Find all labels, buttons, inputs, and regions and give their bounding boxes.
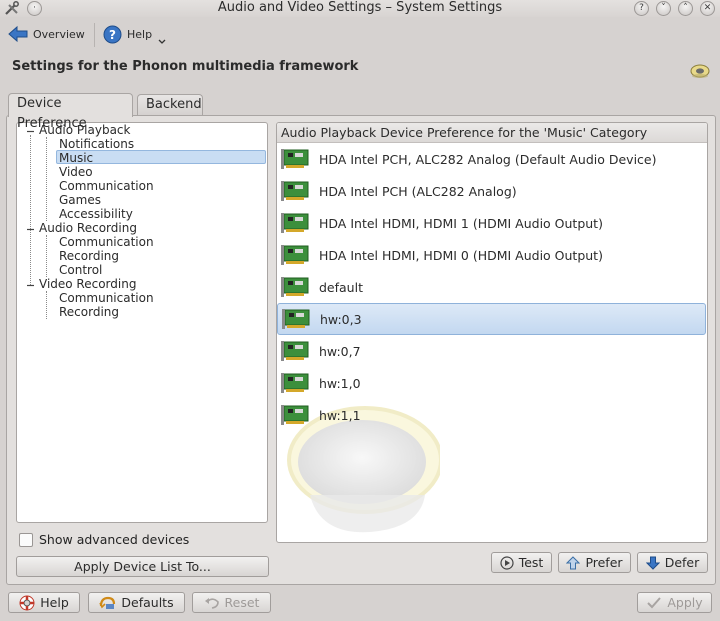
device-list-item[interactable]: HDA Intel HDMI, HDMI 1 (HDMI Audio Outpu… [277, 207, 706, 239]
window-title: Audio and Video Settings – System Settin… [217, 0, 503, 15]
device-list-item[interactable]: hw:1,0 [277, 367, 706, 399]
maximize-button[interactable]: ˄ [678, 1, 693, 16]
device-list-item[interactable]: HDA Intel PCH, ALC282 Analog (Default Au… [277, 143, 706, 175]
device-label: hw:0,7 [319, 343, 361, 359]
help-button[interactable]: Help [8, 592, 80, 613]
apply-label: Apply [667, 595, 703, 610]
checkmark-icon [647, 596, 662, 608]
sound-card-icon [281, 181, 309, 201]
back-arrow-icon [8, 25, 28, 43]
device-label: HDA Intel HDMI, HDMI 1 (HDMI Audio Outpu… [319, 215, 603, 231]
device-list-header: Audio Playback Device Preference for the… [277, 123, 707, 143]
tab-backend-label: Backend [146, 97, 202, 112]
device-label: hw:1,1 [319, 407, 361, 423]
tree-item-recording[interactable]: Recording [59, 249, 119, 263]
tree-item-video[interactable]: Video [59, 165, 93, 179]
help-menu-button[interactable]: ? Help [103, 25, 152, 44]
device-label: HDA Intel PCH (ALC282 Analog) [319, 183, 517, 199]
tree-line [30, 135, 31, 285]
overview-label: Overview [33, 27, 85, 41]
reset-label: Reset [224, 595, 260, 610]
svg-text:?: ? [109, 28, 116, 42]
tree-item-accessibility[interactable]: Accessibility [59, 207, 133, 221]
tab-device-preference[interactable]: Device Preference [8, 93, 133, 131]
sound-card-icon [281, 149, 309, 169]
collapse-icon[interactable] [26, 281, 35, 290]
tree-line [46, 137, 47, 221]
defer-button[interactable]: Defer [637, 552, 708, 573]
lifebuoy-icon [19, 595, 35, 610]
sound-card-icon [281, 373, 309, 393]
defer-label: Defer [664, 555, 700, 570]
tree-item-communication[interactable]: Communication [59, 291, 154, 305]
arrow-down-icon [645, 556, 660, 570]
device-list-item[interactable]: hw:0,3 [277, 303, 706, 335]
apply-device-list-button[interactable]: Apply Device List To... [16, 556, 269, 577]
help-icon: ? [103, 25, 122, 44]
title-bar: Audio and Video Settings – System Settin… [0, 0, 720, 17]
defaults-button[interactable]: Defaults [88, 592, 185, 613]
device-label: default [319, 279, 363, 295]
show-advanced-checkbox[interactable] [19, 533, 33, 547]
sound-card-icon [281, 277, 309, 297]
device-list-item[interactable]: HDA Intel HDMI, HDMI 0 (HDMI Audio Outpu… [277, 239, 706, 271]
tree-item-music[interactable]: Music [56, 150, 266, 165]
tab-device-preference-label: Device Preference [17, 96, 87, 131]
device-label: HDA Intel PCH, ALC282 Analog (Default Au… [319, 151, 657, 167]
tools-icon[interactable] [4, 1, 20, 16]
tree-item-control[interactable]: Control [59, 263, 102, 277]
device-list-item[interactable]: default [277, 271, 706, 303]
tree-line [46, 235, 47, 277]
sound-card-icon [281, 213, 309, 233]
show-advanced-label: Show advanced devices [39, 532, 190, 547]
apply-device-list-label: Apply Device List To... [74, 559, 211, 574]
device-label: hw:1,0 [319, 375, 361, 391]
help-button-label: Help [40, 595, 69, 610]
device-list-item[interactable]: HDA Intel PCH (ALC282 Analog) [277, 175, 706, 207]
undo-icon [204, 597, 219, 609]
sound-card-icon [282, 309, 310, 329]
tree-item-games[interactable]: Games [59, 193, 101, 207]
play-icon [500, 555, 514, 570]
defaults-label: Defaults [121, 595, 174, 610]
collapse-icon[interactable] [26, 225, 35, 234]
device-list-item[interactable]: hw:0,7 [277, 335, 706, 367]
prefer-button[interactable]: Prefer [558, 552, 631, 573]
test-button[interactable]: Test [491, 552, 552, 573]
tree-item-video-recording[interactable]: Video Recording [39, 277, 136, 291]
device-list-item[interactable]: hw:1,1 [277, 399, 706, 431]
tree-item-audio-recording[interactable]: Audio Recording [39, 221, 137, 235]
toolbar-separator [94, 23, 95, 47]
page-heading: Settings for the Phonon multimedia frame… [12, 59, 359, 74]
apply-button[interactable]: Apply [637, 592, 712, 613]
test-label: Test [518, 555, 544, 570]
tree-line [46, 291, 47, 319]
prefer-label: Prefer [585, 555, 623, 570]
tab-backend[interactable]: Backend [137, 94, 203, 116]
restore-defaults-icon [99, 596, 116, 609]
close-button[interactable]: ✕ [700, 1, 715, 16]
window-menu-button[interactable]: · [27, 1, 42, 16]
context-help-button[interactable]: ? [634, 1, 649, 16]
chevron-down-icon[interactable] [158, 39, 166, 45]
minimize-button[interactable]: ˅ [656, 1, 671, 16]
device-label: HDA Intel HDMI, HDMI 0 (HDMI Audio Outpu… [319, 247, 603, 263]
sound-card-icon [281, 341, 309, 361]
help-label: Help [127, 28, 153, 41]
tree-item-recording[interactable]: Recording [59, 305, 119, 319]
sound-card-icon [281, 245, 309, 265]
arrow-up-icon [566, 555, 581, 569]
reset-button[interactable]: Reset [192, 592, 271, 613]
overview-button[interactable]: Overview [8, 25, 85, 43]
tree-item-notifications[interactable]: Notifications [59, 137, 134, 151]
speaker-icon [690, 64, 710, 78]
category-tree[interactable]: Audio Playback Notifications Music Video… [16, 122, 268, 523]
sound-card-icon [281, 405, 309, 425]
tree-item-communication[interactable]: Communication [59, 179, 154, 193]
device-label: hw:0,3 [320, 311, 362, 327]
tree-item-communication[interactable]: Communication [59, 235, 154, 249]
